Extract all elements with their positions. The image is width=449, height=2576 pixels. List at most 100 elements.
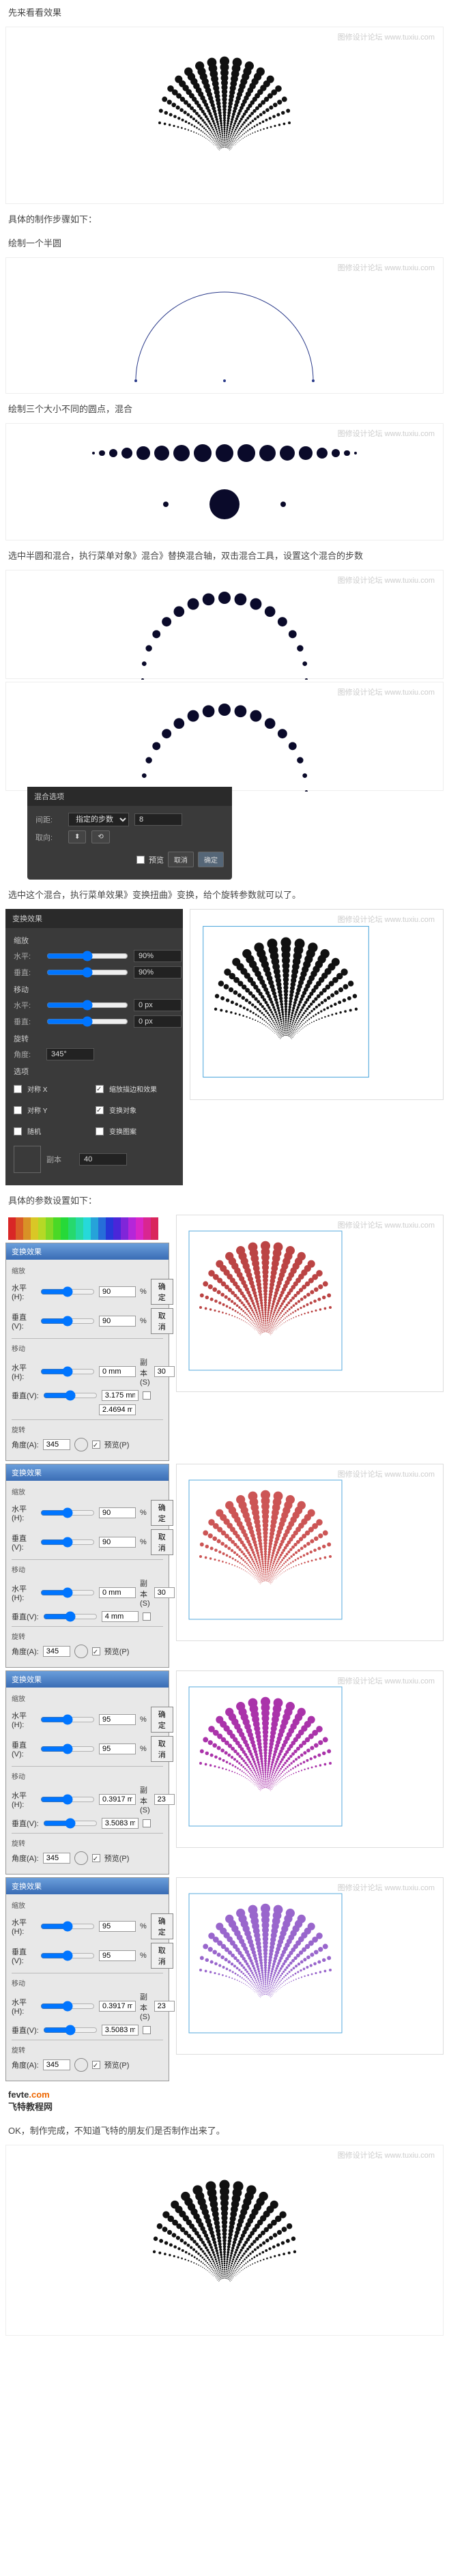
lp-v-slider[interactable] xyxy=(40,1537,95,1548)
lp-lock[interactable] xyxy=(143,2026,151,2034)
opt-obj-check[interactable] xyxy=(96,1106,104,1114)
v-input[interactable] xyxy=(134,966,182,979)
lp-mv-input[interactable] xyxy=(102,1611,139,1622)
lp-cancel[interactable]: 取消 xyxy=(151,1529,173,1555)
orient-align-page[interactable]: ⬍ xyxy=(68,830,86,843)
lp-mh-input[interactable] xyxy=(99,2001,136,2012)
lp-v-input[interactable] xyxy=(99,1950,136,1961)
cancel-button[interactable]: 取消 xyxy=(168,852,194,867)
lp-preview-check[interactable] xyxy=(92,1854,100,1862)
lp-h-input[interactable] xyxy=(99,1714,136,1725)
lp-mv-input[interactable] xyxy=(102,2025,139,2036)
anchor-grid[interactable] xyxy=(14,1146,41,1173)
lp-ok[interactable]: 确定 xyxy=(151,1279,173,1305)
mh-input[interactable] xyxy=(134,999,182,1011)
watermark: 图修设计论坛 www.tuxiu.com xyxy=(338,1882,435,1893)
spacing-type-select[interactable]: 指定的步数 xyxy=(68,813,129,826)
lp-v-slider[interactable] xyxy=(40,1743,95,1754)
lp-copies[interactable] xyxy=(154,2001,175,2012)
orient-align-path[interactable]: ⟲ xyxy=(91,830,109,843)
lp-copies[interactable] xyxy=(154,1366,175,1377)
scale-section-label: 缩放 xyxy=(14,935,175,946)
lp-angle[interactable] xyxy=(43,1439,70,1450)
h-slider[interactable] xyxy=(46,951,128,961)
lp-angle[interactable] xyxy=(43,1646,70,1657)
lp-angle[interactable] xyxy=(43,1853,70,1864)
move-section-label: 移动 xyxy=(14,984,175,995)
v-slider[interactable] xyxy=(46,967,128,978)
lp-mh-input[interactable] xyxy=(99,1794,136,1805)
lp-preview-check[interactable] xyxy=(92,1647,100,1655)
lp-mv-input[interactable] xyxy=(102,1390,139,1401)
watermark: 图修设计论坛 www.tuxiu.com xyxy=(338,262,435,273)
copies-input[interactable] xyxy=(79,1153,127,1166)
step5: 具体的参数设置如下： xyxy=(0,1188,449,1212)
lp-lock[interactable] xyxy=(143,1819,151,1827)
lp-mv-input[interactable] xyxy=(102,1818,139,1829)
h-input[interactable] xyxy=(134,950,182,962)
lp-lock[interactable] xyxy=(143,1612,151,1621)
mh-slider[interactable] xyxy=(46,1000,128,1011)
angle-dial-icon[interactable] xyxy=(74,1851,88,1865)
lp-v-input[interactable] xyxy=(99,1743,136,1754)
lp-ok[interactable]: 确定 xyxy=(151,1913,173,1939)
opt-random-check[interactable] xyxy=(14,1127,22,1135)
lp-mv2-input[interactable] xyxy=(99,1404,136,1415)
lp-preview-check[interactable] xyxy=(92,2061,100,2069)
angle-dial-icon[interactable] xyxy=(74,2058,88,2072)
angle-dial-icon[interactable] xyxy=(74,1438,88,1451)
lp-mh-slider[interactable] xyxy=(40,1366,95,1377)
lp-angle[interactable] xyxy=(43,2059,70,2070)
lp-v-slider[interactable] xyxy=(40,1950,95,1961)
watermark: 图修设计论坛 www.tuxiu.com xyxy=(338,575,435,585)
lp-h-input[interactable] xyxy=(99,1286,136,1297)
lp-mv-slider[interactable] xyxy=(43,1611,98,1622)
opt-x-check[interactable] xyxy=(14,1085,22,1093)
transform-dialog-0: 变换效果 缩放 水平(H):%确定 垂直(V):%取消 移动 水平(H):副本(… xyxy=(5,1243,169,1461)
lp-mh-slider[interactable] xyxy=(40,2001,95,2012)
lp-mv-slider[interactable] xyxy=(43,1818,98,1829)
lp-mh-slider[interactable] xyxy=(40,1794,95,1805)
mv-slider[interactable] xyxy=(46,1016,128,1027)
mv-input[interactable] xyxy=(134,1015,182,1028)
opt-strokes-check[interactable] xyxy=(96,1085,104,1093)
lp-cancel[interactable]: 取消 xyxy=(151,1736,173,1762)
angle-dial-icon[interactable] xyxy=(74,1645,88,1658)
opt-pattern-check[interactable] xyxy=(96,1127,104,1135)
color-swatches[interactable] xyxy=(8,1217,158,1240)
lp-h-input[interactable] xyxy=(99,1921,136,1932)
lp-copies[interactable] xyxy=(154,1587,175,1598)
lp-mh-input[interactable] xyxy=(99,1366,136,1377)
lp-mh-slider[interactable] xyxy=(40,1587,95,1598)
lp-v-input[interactable] xyxy=(99,1537,136,1548)
lp-h-slider[interactable] xyxy=(40,1714,95,1725)
ok-button[interactable]: 确定 xyxy=(198,852,224,867)
lp-cancel[interactable]: 取消 xyxy=(151,1308,173,1334)
angle-input[interactable] xyxy=(46,1048,94,1060)
lp-v-input[interactable] xyxy=(99,1316,136,1327)
lp-mv-slider[interactable] xyxy=(43,2025,98,2036)
lp-copies[interactable] xyxy=(154,1794,175,1805)
lp-v-slider[interactable] xyxy=(40,1316,95,1327)
lp-ok[interactable]: 确定 xyxy=(151,1500,173,1526)
lp-h-input[interactable] xyxy=(99,1507,136,1518)
variant-result-1: 图修设计论坛 www.tuxiu.com xyxy=(176,1464,444,1641)
lp-cancel[interactable]: 取消 xyxy=(151,1943,173,1969)
preview-checkbox[interactable] xyxy=(136,856,145,864)
variant-result-2: 图修设计论坛 www.tuxiu.com xyxy=(176,1670,444,1848)
lp-ok[interactable]: 确定 xyxy=(151,1707,173,1733)
opt-y-check[interactable] xyxy=(14,1106,22,1114)
lp-preview-check[interactable] xyxy=(92,1441,100,1449)
lp-mv-slider[interactable] xyxy=(43,1390,98,1401)
lp-lock[interactable] xyxy=(143,1391,151,1400)
lp-h-slider[interactable] xyxy=(40,1507,95,1518)
lp-h-slider[interactable] xyxy=(40,1921,95,1932)
lp-title: 变换效果 xyxy=(6,1671,169,1688)
watermark: 图修设计论坛 www.tuxiu.com xyxy=(338,31,435,42)
brand-footer: fevte.com 飞特教程网 xyxy=(0,2084,449,2118)
lp-mh-input[interactable] xyxy=(99,1587,136,1598)
spacing-value-input[interactable] xyxy=(134,813,182,826)
replace-spine-canvas: 图修设计论坛 www.tuxiu.com xyxy=(5,570,444,679)
rotate-section-label: 旋转 xyxy=(14,1033,175,1044)
lp-h-slider[interactable] xyxy=(40,1286,95,1297)
